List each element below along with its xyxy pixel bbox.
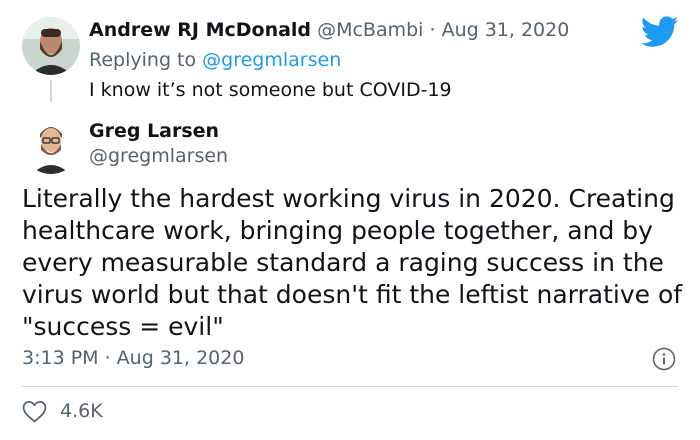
main-tweet-text: Literally the hardest working virus in 2… (22, 183, 682, 343)
info-icon[interactable] (652, 347, 676, 371)
reply-tweet-text: I know it’s not someone but COVID-19 (89, 79, 452, 101)
main-author-handle[interactable]: @gregmlarsen (89, 144, 228, 168)
tweet-text-line: virus world but that doesn't fit the lef… (22, 280, 683, 309)
replying-to-mention[interactable]: @gregmlarsen (202, 49, 341, 71)
replying-prefix: Replying to (89, 49, 203, 71)
replying-to-line: Replying to @gregmlarsen (89, 47, 341, 73)
like-count: 4.6K (60, 400, 103, 422)
thread-connector-line (50, 80, 52, 102)
tweet-text-line: Literally the hardest working virus in 2… (22, 184, 675, 213)
tweet-timestamp[interactable]: 3:13 PM · Aug 31, 2020 (22, 345, 244, 371)
heart-icon[interactable] (22, 400, 47, 423)
reply-tweet-header: Andrew RJ McDonald @McBambi · Aug 31, 20… (89, 17, 569, 43)
reply-author-avatar[interactable] (22, 17, 80, 75)
reply-author-name[interactable]: Andrew RJ McDonald (89, 19, 311, 41)
twitter-bird-icon[interactable] (640, 16, 679, 48)
tweet-text-line: every measurable standard a raging succe… (22, 248, 664, 277)
reply-separator: · (423, 19, 442, 41)
reply-date[interactable]: Aug 31, 2020 (442, 19, 570, 41)
main-author-name[interactable]: Greg Larsen (89, 119, 219, 143)
tweet-text-line: "success = evil" (22, 312, 224, 341)
tweet-text-line: healthcare work, bringing people togethe… (22, 216, 653, 245)
divider (22, 386, 678, 387)
main-author-avatar[interactable] (22, 116, 80, 174)
reply-author-handle[interactable]: @McBambi (317, 19, 423, 41)
